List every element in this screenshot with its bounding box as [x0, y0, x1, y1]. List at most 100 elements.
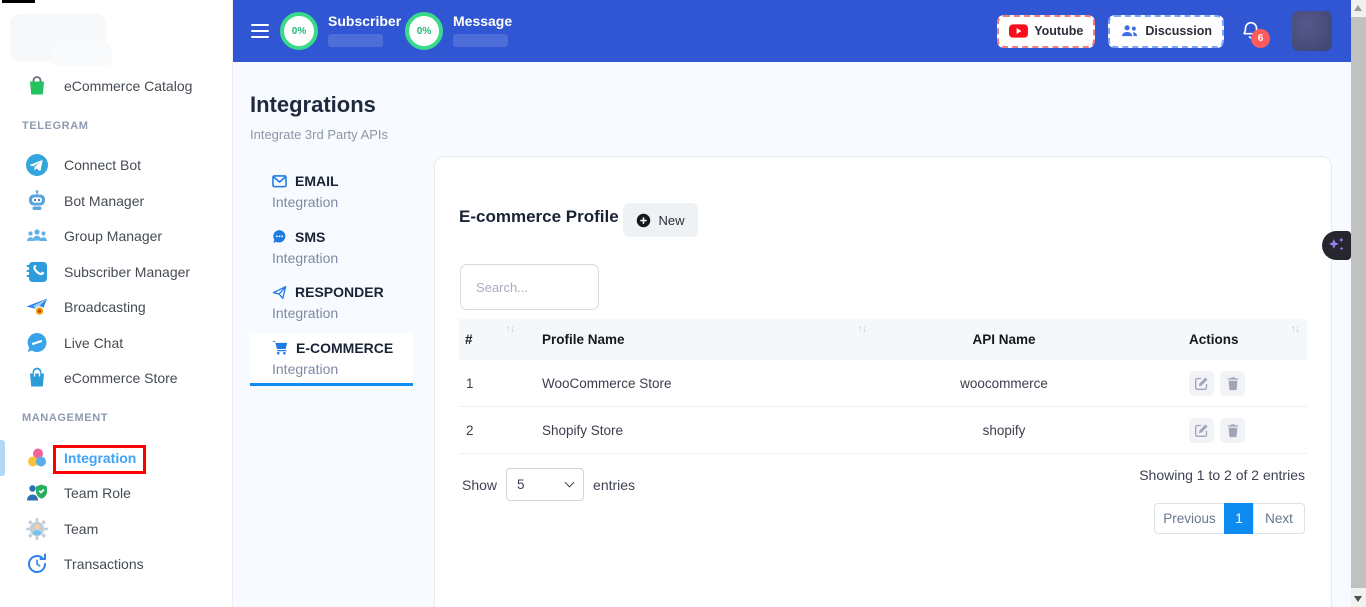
sms-bubble-icon — [272, 229, 287, 244]
tab-subtitle: Integration — [272, 250, 413, 266]
youtube-button[interactable]: Youtube — [997, 15, 1095, 48]
paper-plane-icon — [272, 285, 287, 300]
cell-profile-name: Shopify Store — [534, 423, 874, 438]
sidebar: eCommerce Catalog TELEGRAM Connect Bot B… — [0, 0, 233, 607]
show-label: Show — [462, 477, 497, 493]
tab-email-integration[interactable]: EMAIL Integration — [250, 166, 413, 219]
discussion-icon — [1120, 23, 1139, 39]
ai-assistant-fab[interactable] — [1322, 231, 1351, 260]
subscriber-value-redacted — [328, 34, 383, 47]
sidebar-item-subscriber-manager[interactable]: Subscriber Manager — [0, 254, 232, 290]
plus-circle-icon — [636, 213, 651, 228]
scrollbar-thumb[interactable] — [1351, 17, 1366, 588]
tab-title: RESPONDER — [295, 284, 384, 300]
robot-icon — [25, 189, 49, 213]
integration-tabs: EMAIL Integration SMS Integration RESPON… — [250, 166, 413, 388]
hamburger-menu-icon[interactable] — [251, 20, 269, 42]
page-title: Integrations — [250, 92, 376, 118]
message-progress-ring: 0% — [405, 12, 443, 50]
sidebar-item-integration[interactable]: Integration — [0, 440, 232, 476]
col-api-name[interactable]: API Name — [972, 332, 1035, 347]
contact-book-icon — [25, 260, 49, 284]
sidebar-item-label: Integration — [64, 450, 136, 466]
profiles-table: # ↑↓ Profile Name ↑↓ API Name Actions ↑↓ 1 … — [459, 319, 1307, 454]
entries-label: entries — [593, 477, 635, 493]
delete-button[interactable] — [1220, 371, 1245, 396]
sidebar-section-telegram: TELEGRAM — [0, 114, 232, 138]
sidebar-item-bot-manager[interactable]: Bot Manager — [0, 183, 232, 219]
sidebar-item-broadcasting[interactable]: Broadcasting — [0, 290, 232, 326]
logo-mark — [2, 0, 35, 3]
shopping-bag-green-icon — [25, 74, 49, 98]
table-row: 2 Shopify Store shopify — [459, 407, 1307, 454]
sidebar-item-team-role[interactable]: Team Role — [0, 476, 232, 512]
group-icon — [25, 224, 49, 248]
cart-icon — [272, 340, 288, 355]
page-subtitle: Integrate 3rd Party APIs — [250, 127, 388, 142]
gear-person-icon — [25, 517, 49, 541]
tab-title: EMAIL — [295, 173, 339, 189]
sort-icon[interactable]: ↑↓ — [1291, 323, 1300, 335]
sidebar-item-team[interactable]: Team — [0, 511, 232, 547]
sidebar-item-transactions[interactable]: Transactions — [0, 547, 232, 583]
col-index[interactable]: # — [465, 332, 473, 347]
cell-api-name: woocommerce — [874, 376, 1134, 391]
message-label: Message — [453, 13, 513, 29]
pagination-previous[interactable]: Previous — [1154, 503, 1225, 534]
scrollbar-down-arrow[interactable] — [1354, 596, 1362, 602]
sidebar-item-label: Group Manager — [64, 228, 162, 244]
sort-icon[interactable]: ↑↓ — [858, 323, 867, 335]
discussion-button[interactable]: Discussion — [1108, 15, 1224, 48]
sidebar-item-label: eCommerce Store — [64, 370, 178, 386]
col-profile-name[interactable]: Profile Name — [542, 332, 625, 347]
tab-title: SMS — [295, 229, 325, 245]
sidebar-item-label: Team Role — [64, 485, 131, 501]
tab-ecommerce-integration[interactable]: E-COMMERCE Integration — [250, 333, 413, 386]
telegram-icon — [25, 153, 49, 177]
logo-placeholder-2 — [50, 42, 112, 66]
edit-button[interactable] — [1189, 418, 1214, 443]
new-button[interactable]: New — [623, 203, 698, 237]
sidebar-item-group-manager[interactable]: Group Manager — [0, 219, 232, 255]
sort-icon[interactable]: ↑↓ — [506, 323, 515, 335]
tab-responder-integration[interactable]: RESPONDER Integration — [250, 277, 413, 330]
subscriber-percent: 0% — [292, 26, 306, 37]
youtube-icon — [1009, 24, 1028, 38]
ecommerce-profile-card: E-commerce Profile New #↑↓ Profile Name↑… — [434, 156, 1332, 607]
sidebar-section-management: MANAGEMENT — [0, 406, 232, 430]
sidebar-item-ecommerce-store[interactable]: eCommerce Store — [0, 361, 232, 397]
col-actions[interactable]: Actions — [1189, 332, 1239, 347]
integration-circles-icon — [25, 446, 49, 470]
scrollbar-up-arrow[interactable] — [1354, 5, 1362, 11]
tab-title: E-COMMERCE — [296, 340, 393, 356]
tab-subtitle: Integration — [272, 305, 413, 321]
edit-button[interactable] — [1189, 371, 1214, 396]
table-row: 1 WooCommerce Store woocommerce — [459, 360, 1307, 407]
pagination-next[interactable]: Next — [1253, 503, 1305, 534]
new-button-label: New — [658, 213, 684, 228]
sidebar-item-live-chat[interactable]: Live Chat — [0, 325, 232, 361]
search-input[interactable] — [460, 264, 599, 310]
scrollbar[interactable] — [1351, 0, 1366, 607]
delete-button[interactable] — [1220, 418, 1245, 443]
avatar[interactable] — [1292, 11, 1332, 51]
pagination-page-1[interactable]: 1 — [1224, 503, 1254, 534]
notifications-button[interactable]: 6 — [1240, 18, 1264, 44]
sidebar-item-ecommerce-catalog[interactable]: eCommerce Catalog — [0, 68, 232, 104]
sidebar-item-label: Live Chat — [64, 335, 123, 351]
tab-sms-integration[interactable]: SMS Integration — [250, 222, 413, 275]
cell-profile-name: WooCommerce Store — [534, 376, 874, 391]
notification-badge: 6 — [1251, 29, 1270, 48]
sidebar-item-connect-bot[interactable]: Connect Bot — [0, 148, 232, 184]
active-item-indicator — [0, 440, 5, 476]
sidebar-item-label: eCommerce Catalog — [64, 78, 192, 94]
chat-bubble-icon — [25, 331, 49, 355]
sidebar-item-label: Bot Manager — [64, 193, 144, 209]
cell-index: 2 — [459, 423, 534, 438]
sidebar-item-label: Subscriber Manager — [64, 264, 190, 280]
page-size-select[interactable]: 5 — [506, 468, 584, 501]
sidebar-item-label: Team — [64, 521, 98, 537]
subscriber-label: Subscriber — [328, 13, 388, 29]
cell-api-name: shopify — [874, 423, 1134, 438]
page-size-control: Show 5 entries — [462, 468, 635, 501]
